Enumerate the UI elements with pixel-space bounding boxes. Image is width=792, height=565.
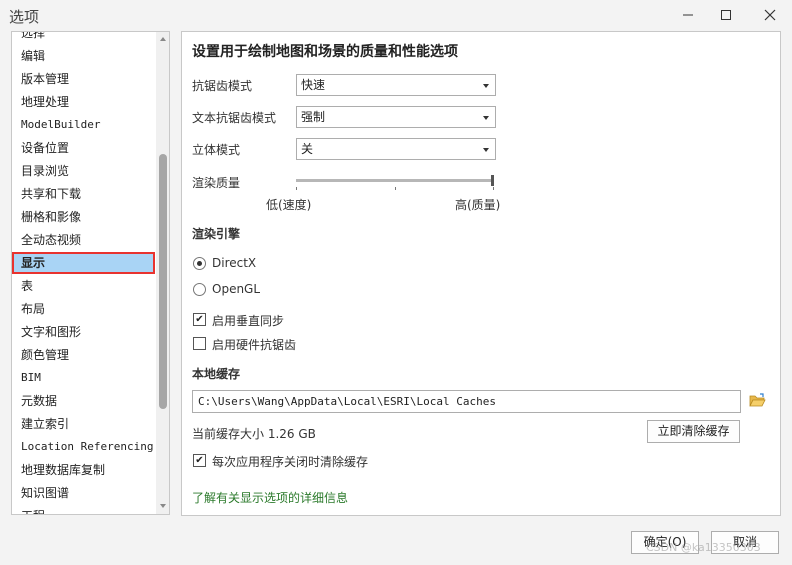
chevron-down-icon — [483, 148, 489, 152]
opengl-radio[interactable] — [193, 283, 206, 296]
antialias-dropdown[interactable]: 快速 — [296, 74, 496, 96]
render-quality-label: 渲染质量 — [192, 176, 241, 190]
stereo-mode-dropdown[interactable]: 关 — [296, 138, 496, 160]
close-icon — [764, 9, 776, 21]
sidebar-item[interactable]: 选择 — [12, 32, 155, 44]
sidebar-item[interactable]: 工程 — [12, 505, 155, 514]
clear-on-close-checkbox[interactable]: ✔ — [193, 454, 206, 467]
nav-scrollbar[interactable] — [156, 32, 169, 514]
antialias-value: 快速 — [301, 78, 326, 92]
folder-open-icon[interactable] — [749, 392, 766, 409]
sidebar-item[interactable]: 地理处理 — [12, 91, 155, 113]
sidebar-item[interactable]: 知识图谱 — [12, 482, 155, 504]
options-nav-list[interactable]: 选择 编辑 版本管理 地理处理 ModelBuilder 设备位置 目录浏览 共享和下载 栅格和… — [11, 31, 170, 515]
render-engine-title: 渲染引擎 — [192, 227, 241, 241]
text-antialias-dropdown[interactable]: 强制 — [296, 106, 496, 128]
hw-antialias-label[interactable]: 启用硬件抗锯齿 — [212, 336, 296, 353]
sidebar-item[interactable]: 全动态视频 — [12, 229, 155, 251]
sidebar-item[interactable]: 地理数据库复制 — [12, 459, 155, 481]
sidebar-item[interactable]: Location Referencing — [12, 436, 155, 458]
clear-cache-button[interactable]: 立即清除缓存 — [647, 420, 740, 443]
cache-size-text: 当前缓存大小 1.26 GB — [192, 427, 316, 441]
sidebar-item[interactable]: 栅格和影像 — [12, 206, 155, 228]
sidebar-item[interactable]: 元数据 — [12, 390, 155, 412]
chevron-down-icon — [483, 116, 489, 120]
opengl-label[interactable]: OpenGL — [212, 282, 260, 296]
sidebar-item[interactable]: BIM — [12, 367, 155, 389]
text-antialias-value: 强制 — [301, 110, 326, 124]
watermark: CSDN @ka13350303 — [646, 541, 761, 554]
slider-tick — [493, 187, 494, 190]
sidebar-item[interactable]: 表 — [12, 275, 155, 297]
directx-label[interactable]: DirectX — [212, 256, 256, 270]
render-quality-high-label: 高(质量) — [455, 198, 501, 212]
antialias-label: 抗锯齿模式 — [192, 79, 253, 93]
scroll-thumb[interactable] — [159, 154, 167, 409]
panel-heading: 设置用于绘制地图和场景的质量和性能选项 — [192, 44, 458, 60]
maximize-icon — [721, 10, 731, 20]
vsync-checkbox[interactable]: ✔ — [193, 313, 206, 326]
text-antialias-label: 文本抗锯齿模式 — [192, 111, 277, 125]
sidebar-item[interactable]: ModelBuilder — [12, 114, 155, 136]
hw-antialias-checkbox[interactable] — [193, 337, 206, 350]
title-bar: 选项 — [0, 0, 792, 30]
sidebar-item[interactable]: 文字和图形 — [12, 321, 155, 343]
minimize-button[interactable] — [674, 4, 702, 26]
slider-thumb[interactable] — [491, 175, 494, 186]
sidebar-item[interactable]: 显示 — [12, 252, 155, 274]
slider-track[interactable] — [296, 179, 494, 182]
learn-more-link[interactable]: 了解有关显示选项的详细信息 — [192, 489, 348, 506]
stereo-mode-label: 立体模式 — [192, 143, 241, 157]
sidebar-item[interactable]: 颜色管理 — [12, 344, 155, 366]
vsync-label[interactable]: 启用垂直同步 — [212, 312, 284, 329]
close-button[interactable] — [756, 4, 784, 26]
sidebar-item[interactable]: 编辑 — [12, 45, 155, 67]
slider-tick — [296, 187, 297, 190]
display-options-panel: 设置用于绘制地图和场景的质量和性能选项 抗锯齿模式 快速 文本抗锯齿模式 强制 … — [181, 31, 781, 516]
clear-on-close-label[interactable]: 每次应用程序关闭时清除缓存 — [212, 453, 368, 470]
slider-tick — [395, 187, 396, 190]
checkmark-icon: ✔ — [195, 314, 204, 325]
directx-radio[interactable] — [193, 257, 206, 270]
sidebar-item[interactable]: 版本管理 — [12, 68, 155, 90]
sidebar-item[interactable]: 布局 — [12, 298, 155, 320]
minimize-icon — [683, 14, 693, 16]
sidebar-item[interactable]: 设备位置 — [12, 137, 155, 159]
scroll-up-icon[interactable] — [160, 37, 166, 41]
sidebar-item[interactable]: 共享和下载 — [12, 183, 155, 205]
maximize-button[interactable] — [712, 4, 740, 26]
window-title: 选项 — [9, 8, 40, 26]
scroll-down-icon[interactable] — [160, 504, 166, 508]
sidebar-item[interactable]: 建立索引 — [12, 413, 155, 435]
checkmark-icon: ✔ — [195, 455, 204, 466]
stereo-mode-value: 关 — [301, 142, 314, 156]
chevron-down-icon — [483, 84, 489, 88]
local-cache-title: 本地缓存 — [192, 367, 241, 381]
cache-path-input[interactable]: C:\Users\Wang\AppData\Local\ESRI\Local C… — [192, 390, 741, 413]
sidebar-item[interactable]: 目录浏览 — [12, 160, 155, 182]
render-quality-low-label: 低(速度) — [266, 198, 312, 212]
